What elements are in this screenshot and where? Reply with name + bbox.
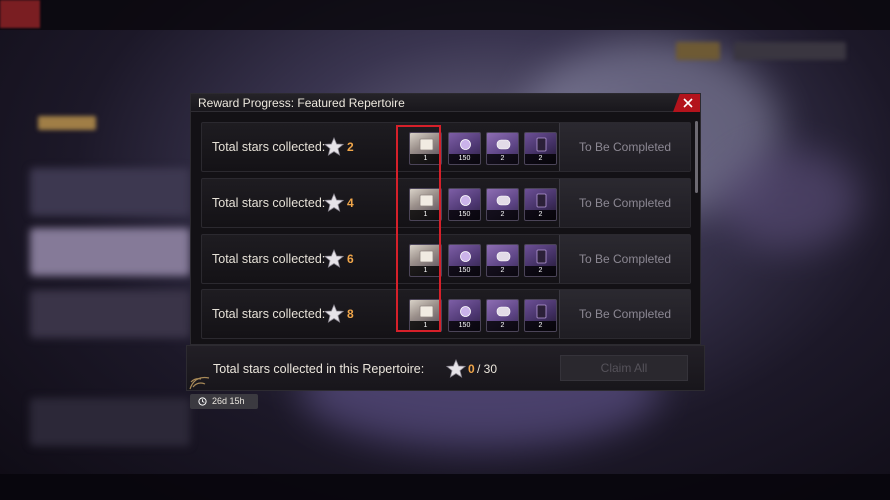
reward-item-count: 2 <box>487 210 518 220</box>
reward-item-count: 150 <box>449 210 480 220</box>
reward-item-gem[interactable]: 150 <box>448 299 481 332</box>
card-icon <box>536 249 547 264</box>
reward-item-gem[interactable]: 150 <box>448 188 481 221</box>
tier-stars-required: 4 <box>347 196 354 210</box>
scroll-icon <box>496 139 511 150</box>
tier-stars-label: Total stars collected: <box>212 140 326 154</box>
card-icon <box>536 304 547 319</box>
background-right-button <box>676 42 720 60</box>
tier-stars-label: Total stars collected: <box>212 252 326 266</box>
gem-icon <box>460 251 471 262</box>
highlighted-ticket-column <box>396 125 441 332</box>
background-card <box>30 290 190 338</box>
reward-item-card[interactable]: 2 <box>524 244 557 277</box>
reward-item-card[interactable]: 2 <box>524 299 557 332</box>
background-light-blob <box>720 150 860 250</box>
reward-tier-row: Total stars collected: 6 1 150 2 2 To Be Compl… <box>201 234 691 284</box>
dialog-title: Reward Progress: Featured Repertoire <box>198 96 405 110</box>
event-timer: 26d 15h <box>190 394 258 409</box>
background-right-button <box>734 42 846 60</box>
background-top-bar <box>0 0 890 30</box>
reward-item-count: 150 <box>449 321 480 331</box>
clock-icon <box>198 397 207 406</box>
scroll-icon <box>496 195 511 206</box>
gem-icon <box>460 306 471 317</box>
background-chip <box>38 116 96 130</box>
background-card <box>30 228 190 276</box>
tier-stars-required: 6 <box>347 252 354 266</box>
star-icon <box>324 193 344 212</box>
background-card <box>30 168 190 216</box>
reward-item-count: 2 <box>487 266 518 276</box>
event-timer-label: 26d 15h <box>212 396 245 406</box>
tier-stars-required: 8 <box>347 307 354 321</box>
tier-stars-required: 2 <box>347 140 354 154</box>
reward-item-count: 2 <box>487 154 518 164</box>
corner-ornament-icon <box>189 376 210 390</box>
close-icon <box>683 98 693 108</box>
reward-item-card[interactable]: 2 <box>524 132 557 165</box>
scroll-icon <box>496 251 511 262</box>
background-back-button <box>0 0 40 28</box>
background-card <box>30 398 190 446</box>
tier-status-button[interactable]: To Be Completed <box>559 290 690 338</box>
tier-stars-label: Total stars collected: <box>212 196 326 210</box>
reward-item-scroll[interactable]: 2 <box>486 299 519 332</box>
repertoire-summary-bar: Total stars collected in this Repertoire… <box>186 345 705 391</box>
reward-item-card[interactable]: 2 <box>524 188 557 221</box>
gem-icon <box>460 139 471 150</box>
reward-item-scroll[interactable]: 2 <box>486 188 519 221</box>
reward-item-scroll[interactable]: 2 <box>486 244 519 277</box>
reward-item-gem[interactable]: 150 <box>448 132 481 165</box>
star-icon <box>324 137 344 156</box>
tier-status-button[interactable]: To Be Completed <box>559 179 690 227</box>
reward-tier-row: Total stars collected: 2 1 150 2 2 To Be Compl… <box>201 122 691 172</box>
repertoire-stars-total: / 30 <box>477 362 498 376</box>
claim-all-button[interactable]: Claim All <box>560 355 688 381</box>
reward-item-count: 2 <box>487 321 518 331</box>
star-icon <box>324 249 344 268</box>
reward-item-count: 2 <box>525 321 556 331</box>
repertoire-stars-collected: 0 <box>468 362 475 376</box>
reward-progress-dialog: Reward Progress: Featured Repertoire Tot… <box>190 93 701 345</box>
star-icon <box>324 304 344 323</box>
gem-icon <box>460 195 471 206</box>
reward-tier-row: Total stars collected: 8 1 150 2 2 To Be Compl… <box>201 289 691 339</box>
reward-item-scroll[interactable]: 2 <box>486 132 519 165</box>
tier-stars-label: Total stars collected: <box>212 307 326 321</box>
star-icon <box>446 359 466 378</box>
repertoire-stars-label: Total stars collected in this Repertoire… <box>213 362 425 376</box>
scroll-icon <box>496 306 511 317</box>
tier-status-button[interactable]: To Be Completed <box>559 235 690 283</box>
reward-tier-row: Total stars collected: 4 1 150 2 2 To Be Compl… <box>201 178 691 228</box>
reward-item-count: 2 <box>525 210 556 220</box>
reward-item-count: 2 <box>525 266 556 276</box>
card-icon <box>536 137 547 152</box>
reward-item-count: 150 <box>449 266 480 276</box>
reward-item-gem[interactable]: 150 <box>448 244 481 277</box>
card-icon <box>536 193 547 208</box>
list-scrollbar[interactable] <box>695 121 698 193</box>
reward-item-count: 2 <box>525 154 556 164</box>
reward-item-count: 150 <box>449 154 480 164</box>
dialog-title-bar: Reward Progress: Featured Repertoire <box>191 94 700 112</box>
tier-status-button[interactable]: To Be Completed <box>559 123 690 171</box>
background-bottom-bar <box>0 474 890 500</box>
